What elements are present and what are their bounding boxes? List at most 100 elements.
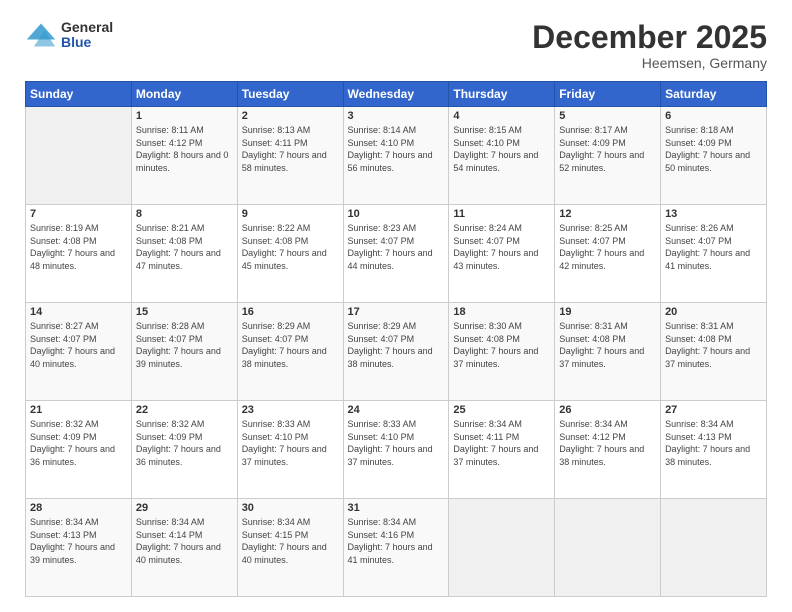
cell-info: Sunrise: 8:23 AMSunset: 4:07 PMDaylight:… xyxy=(348,222,445,272)
calendar-cell: 2 Sunrise: 8:13 AMSunset: 4:11 PMDaylight… xyxy=(237,107,343,205)
day-number: 19 xyxy=(559,306,656,318)
day-header-monday: Monday xyxy=(131,82,237,107)
calendar-cell: 31Sunrise: 8:34 AMSunset: 4:16 PMDayligh… xyxy=(343,499,449,597)
day-number: 3 xyxy=(348,110,445,122)
cell-info: Sunrise: 8:31 AMSunset: 4:08 PMDaylight:… xyxy=(559,320,656,370)
cell-info: Sunrise: 8:22 AMSunset: 4:08 PMDaylight:… xyxy=(242,222,339,272)
cell-info: Sunrise: 8:32 AMSunset: 4:09 PMDaylight:… xyxy=(136,418,233,468)
day-header-tuesday: Tuesday xyxy=(237,82,343,107)
title-area: December 2025 Heemsen, Germany xyxy=(532,20,767,71)
calendar-cell xyxy=(555,499,661,597)
cell-info: Sunrise: 8:34 AMSunset: 4:11 PMDaylight:… xyxy=(453,418,550,468)
calendar-cell: 1 Sunrise: 8:11 AMSunset: 4:12 PMDaylight… xyxy=(131,107,237,205)
calendar-cell: 5Sunrise: 8:17 AMSunset: 4:09 PMDaylight… xyxy=(555,107,661,205)
cell-info: Sunrise: 8:32 AMSunset: 4:09 PMDaylight:… xyxy=(30,418,127,468)
calendar-body: 1 Sunrise: 8:11 AMSunset: 4:12 PMDaylight… xyxy=(26,107,767,597)
day-number: 17 xyxy=(348,306,445,318)
cell-info: Sunrise: 8:21 AMSunset: 4:08 PMDaylight:… xyxy=(136,222,233,272)
week-row-3: 21 Sunrise: 8:32 AMSunset: 4:09 PMDayligh… xyxy=(26,401,767,499)
cell-info: Sunrise: 8:17 AMSunset: 4:09 PMDaylight:… xyxy=(559,124,656,174)
calendar-cell: 6 Sunrise: 8:18 AMSunset: 4:09 PMDaylight… xyxy=(661,107,767,205)
calendar-cell xyxy=(26,107,132,205)
cell-info: Sunrise: 8:18 AMSunset: 4:09 PMDaylight:… xyxy=(665,124,762,174)
day-number: 14 xyxy=(30,306,127,318)
calendar-cell: 15 Sunrise: 8:28 AMSunset: 4:07 PMDayligh… xyxy=(131,303,237,401)
calendar-cell: 26 Sunrise: 8:34 AMSunset: 4:12 PMDayligh… xyxy=(555,401,661,499)
day-number: 13 xyxy=(665,208,762,220)
calendar-cell: 23 Sunrise: 8:33 AMSunset: 4:10 PMDayligh… xyxy=(237,401,343,499)
calendar-cell: 29Sunrise: 8:34 AMSunset: 4:14 PMDayligh… xyxy=(131,499,237,597)
cell-info: Sunrise: 8:26 AMSunset: 4:07 PMDaylight:… xyxy=(665,222,762,272)
day-number: 21 xyxy=(30,404,127,416)
page: General Blue December 2025 Heemsen, Germ… xyxy=(0,0,792,612)
day-number: 28 xyxy=(30,502,127,514)
calendar-cell: 16 Sunrise: 8:29 AMSunset: 4:07 PMDayligh… xyxy=(237,303,343,401)
week-row-0: 1 Sunrise: 8:11 AMSunset: 4:12 PMDaylight… xyxy=(26,107,767,205)
day-header-friday: Friday xyxy=(555,82,661,107)
day-number: 7 xyxy=(30,208,127,220)
day-header-saturday: Saturday xyxy=(661,82,767,107)
cell-info: Sunrise: 8:34 AMSunset: 4:13 PMDaylight:… xyxy=(30,516,127,566)
day-number: 1 xyxy=(136,110,233,122)
calendar-cell xyxy=(449,499,555,597)
calendar-cell: 22Sunrise: 8:32 AMSunset: 4:09 PMDayligh… xyxy=(131,401,237,499)
cell-info: Sunrise: 8:28 AMSunset: 4:07 PMDaylight:… xyxy=(136,320,233,370)
cell-info: Sunrise: 8:27 AMSunset: 4:07 PMDaylight:… xyxy=(30,320,127,370)
cell-info: Sunrise: 8:34 AMSunset: 4:12 PMDaylight:… xyxy=(559,418,656,468)
cell-info: Sunrise: 8:24 AMSunset: 4:07 PMDaylight:… xyxy=(453,222,550,272)
day-number: 27 xyxy=(665,404,762,416)
calendar-cell: 18Sunrise: 8:30 AMSunset: 4:08 PMDayligh… xyxy=(449,303,555,401)
day-number: 26 xyxy=(559,404,656,416)
logo-blue-text: Blue xyxy=(61,35,113,50)
logo: General Blue xyxy=(25,20,113,51)
day-number: 9 xyxy=(242,208,339,220)
day-number: 16 xyxy=(242,306,339,318)
month-title: December 2025 xyxy=(532,20,767,55)
cell-info: Sunrise: 8:33 AMSunset: 4:10 PMDaylight:… xyxy=(242,418,339,468)
cell-info: Sunrise: 8:11 AMSunset: 4:12 PMDaylight:… xyxy=(136,124,233,174)
day-number: 20 xyxy=(665,306,762,318)
cell-info: Sunrise: 8:33 AMSunset: 4:10 PMDaylight:… xyxy=(348,418,445,468)
day-number: 29 xyxy=(136,502,233,514)
day-number: 8 xyxy=(136,208,233,220)
day-number: 30 xyxy=(242,502,339,514)
cell-info: Sunrise: 8:19 AMSunset: 4:08 PMDaylight:… xyxy=(30,222,127,272)
header-row: SundayMondayTuesdayWednesdayThursdayFrid… xyxy=(26,82,767,107)
logo-text: General Blue xyxy=(61,20,113,51)
day-number: 10 xyxy=(348,208,445,220)
cell-info: Sunrise: 8:29 AMSunset: 4:07 PMDaylight:… xyxy=(348,320,445,370)
day-number: 6 xyxy=(665,110,762,122)
cell-info: Sunrise: 8:25 AMSunset: 4:07 PMDaylight:… xyxy=(559,222,656,272)
day-number: 2 xyxy=(242,110,339,122)
calendar-cell: 14 Sunrise: 8:27 AMSunset: 4:07 PMDayligh… xyxy=(26,303,132,401)
calendar-cell: 10 Sunrise: 8:23 AMSunset: 4:07 PMDayligh… xyxy=(343,205,449,303)
cell-info: Sunrise: 8:29 AMSunset: 4:07 PMDaylight:… xyxy=(242,320,339,370)
day-header-sunday: Sunday xyxy=(26,82,132,107)
day-number: 15 xyxy=(136,306,233,318)
calendar-cell: 11 Sunrise: 8:24 AMSunset: 4:07 PMDayligh… xyxy=(449,205,555,303)
week-row-1: 7 Sunrise: 8:19 AMSunset: 4:08 PMDaylight… xyxy=(26,205,767,303)
location: Heemsen, Germany xyxy=(532,55,767,71)
calendar-cell: 17 Sunrise: 8:29 AMSunset: 4:07 PMDayligh… xyxy=(343,303,449,401)
week-row-4: 28 Sunrise: 8:34 AMSunset: 4:13 PMDayligh… xyxy=(26,499,767,597)
calendar-cell: 30Sunrise: 8:34 AMSunset: 4:15 PMDayligh… xyxy=(237,499,343,597)
day-number: 11 xyxy=(453,208,550,220)
logo-general-text: General xyxy=(61,20,113,35)
cell-info: Sunrise: 8:31 AMSunset: 4:08 PMDaylight:… xyxy=(665,320,762,370)
calendar-cell: 24 Sunrise: 8:33 AMSunset: 4:10 PMDayligh… xyxy=(343,401,449,499)
calendar-cell: 19 Sunrise: 8:31 AMSunset: 4:08 PMDayligh… xyxy=(555,303,661,401)
day-number: 24 xyxy=(348,404,445,416)
calendar-header: SundayMondayTuesdayWednesdayThursdayFrid… xyxy=(26,82,767,107)
week-row-2: 14 Sunrise: 8:27 AMSunset: 4:07 PMDayligh… xyxy=(26,303,767,401)
cell-info: Sunrise: 8:14 AMSunset: 4:10 PMDaylight:… xyxy=(348,124,445,174)
calendar-cell: 27Sunrise: 8:34 AMSunset: 4:13 PMDayligh… xyxy=(661,401,767,499)
day-header-wednesday: Wednesday xyxy=(343,82,449,107)
calendar-cell: 21 Sunrise: 8:32 AMSunset: 4:09 PMDayligh… xyxy=(26,401,132,499)
header: General Blue December 2025 Heemsen, Germ… xyxy=(25,20,767,71)
day-number: 23 xyxy=(242,404,339,416)
cell-info: Sunrise: 8:30 AMSunset: 4:08 PMDaylight:… xyxy=(453,320,550,370)
cell-info: Sunrise: 8:13 AMSunset: 4:11 PMDaylight:… xyxy=(242,124,339,174)
day-number: 12 xyxy=(559,208,656,220)
calendar-cell: 3 Sunrise: 8:14 AMSunset: 4:10 PMDaylight… xyxy=(343,107,449,205)
calendar-table: SundayMondayTuesdayWednesdayThursdayFrid… xyxy=(25,81,767,597)
